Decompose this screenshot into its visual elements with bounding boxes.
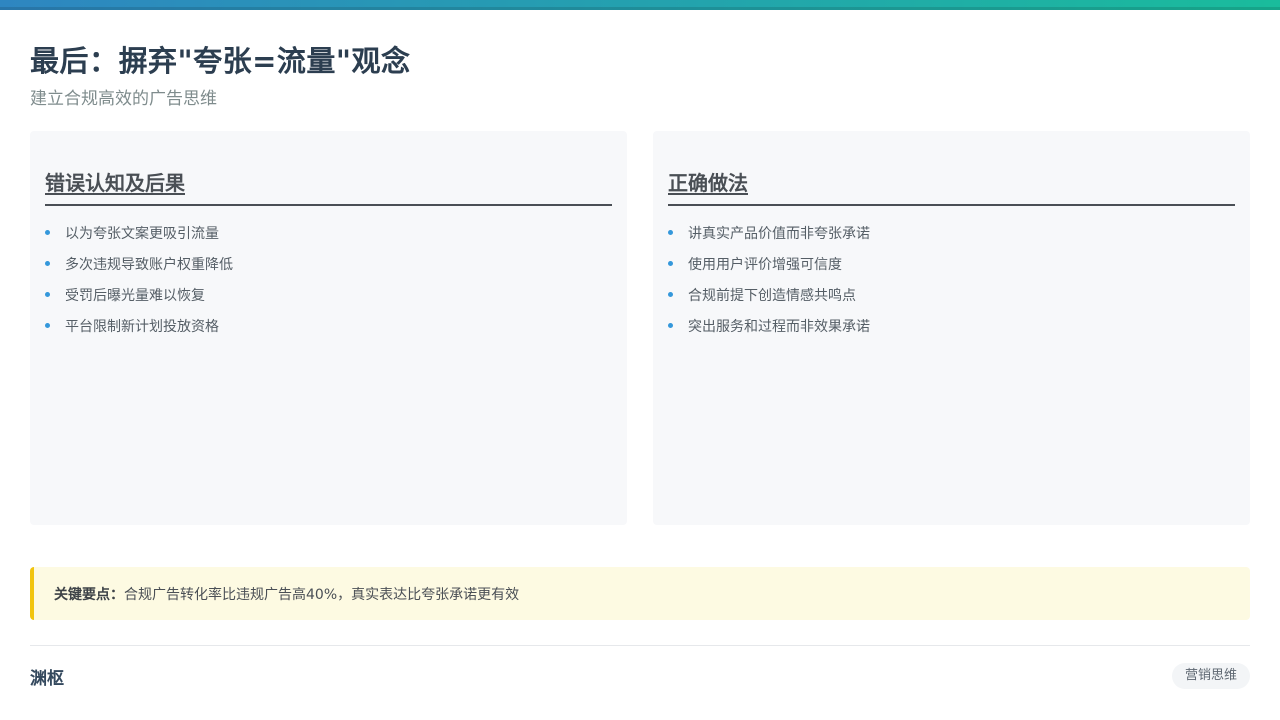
list-item: 使用用户评价增强可信度 xyxy=(668,255,1235,286)
right-list: 讲真实产品价值而非夸张承诺 使用用户评价增强可信度 合规前提下创造情感共鸣点 突… xyxy=(668,224,1235,348)
list-item: 合规前提下创造情感共鸣点 xyxy=(668,286,1235,317)
correct-approach-card: 正确做法 讲真实产品价值而非夸张承诺 使用用户评价增强可信度 合规前提下创造情感… xyxy=(653,131,1250,525)
list-item: 讲真实产品价值而非夸张承诺 xyxy=(668,224,1235,255)
bullet-icon xyxy=(668,323,673,328)
page-subtitle: 建立合规高效的广告思维 xyxy=(30,89,217,109)
list-item: 以为夸张文案更吸引流量 xyxy=(45,224,612,255)
bullet-icon xyxy=(45,230,50,235)
bullet-icon xyxy=(45,261,50,266)
right-card-heading: 正确做法 xyxy=(668,167,1235,206)
wrong-card-heading: 错误认知及后果 xyxy=(45,167,612,206)
wrong-list: 以为夸张文案更吸引流量 多次违规导致账户权重降低 受罚后曝光量难以恢复 平台限制… xyxy=(45,224,612,348)
top-accent-bar xyxy=(0,0,1280,10)
brand-name: 渊枢 xyxy=(30,669,64,689)
list-item: 平台限制新计划投放资格 xyxy=(45,317,612,348)
key-point-label: 关键要点： xyxy=(54,586,124,603)
list-item: 突出服务和过程而非效果承诺 xyxy=(668,317,1235,348)
page-title: 最后：摒弃"夸张=流量"观念 xyxy=(30,44,411,78)
bullet-icon xyxy=(668,261,673,266)
bullet-icon xyxy=(668,230,673,235)
bullet-icon xyxy=(45,323,50,328)
list-item: 受罚后曝光量难以恢复 xyxy=(45,286,612,317)
key-point-text: 合规广告转化率比违规广告高40%，真实表达比夸张承诺更有效 xyxy=(124,586,520,603)
footer-divider xyxy=(30,645,1250,646)
topic-tag: 营销思维 xyxy=(1172,663,1250,689)
key-point-callout: 关键要点： 合规广告转化率比违规广告高40%，真实表达比夸张承诺更有效 xyxy=(30,567,1250,620)
list-item: 多次违规导致账户权重降低 xyxy=(45,255,612,286)
bullet-icon xyxy=(668,292,673,297)
bullet-icon xyxy=(45,292,50,297)
wrong-cognition-card: 错误认知及后果 以为夸张文案更吸引流量 多次违规导致账户权重降低 受罚后曝光量难… xyxy=(30,131,627,525)
